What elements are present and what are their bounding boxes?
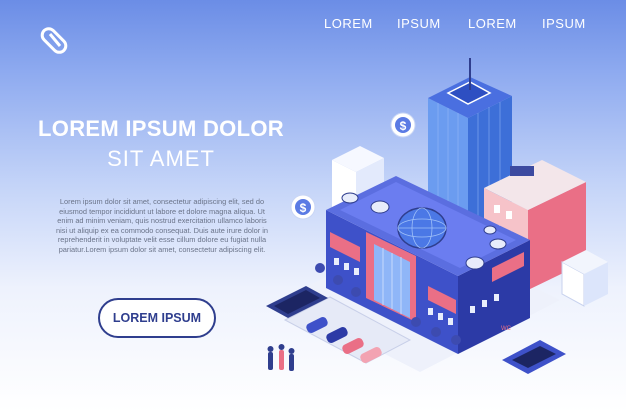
hero-title: LOREM IPSUM DOLOR bbox=[38, 116, 284, 141]
hero-subtitle: SIT AMET bbox=[107, 146, 215, 171]
landing-page: $ $ WC LOREM IPSUM LOREM IPSUM LOREM IPS… bbox=[0, 0, 626, 412]
people bbox=[267, 344, 295, 371]
cta-button[interactable]: LOREM IPSUM bbox=[98, 298, 216, 338]
nav-item-ipsum-1[interactable]: IPSUM bbox=[397, 16, 441, 31]
brand-logo-icon[interactable] bbox=[34, 22, 74, 62]
nav-item-ipsum-2[interactable]: IPSUM bbox=[542, 16, 586, 31]
dollar-sign-top: $ bbox=[400, 119, 407, 133]
top-navigation: LOREM IPSUM LOREM IPSUM bbox=[300, 16, 620, 34]
roof-units bbox=[510, 166, 534, 176]
hero-body-text: Lorem ipsum dolor sit amet, consectetur … bbox=[56, 197, 268, 254]
dollar-sign-left: $ bbox=[300, 201, 307, 215]
nav-item-lorem-2[interactable]: LOREM bbox=[468, 16, 517, 31]
wc-sign: WC bbox=[501, 326, 512, 332]
nav-item-lorem-1[interactable]: LOREM bbox=[324, 16, 373, 31]
